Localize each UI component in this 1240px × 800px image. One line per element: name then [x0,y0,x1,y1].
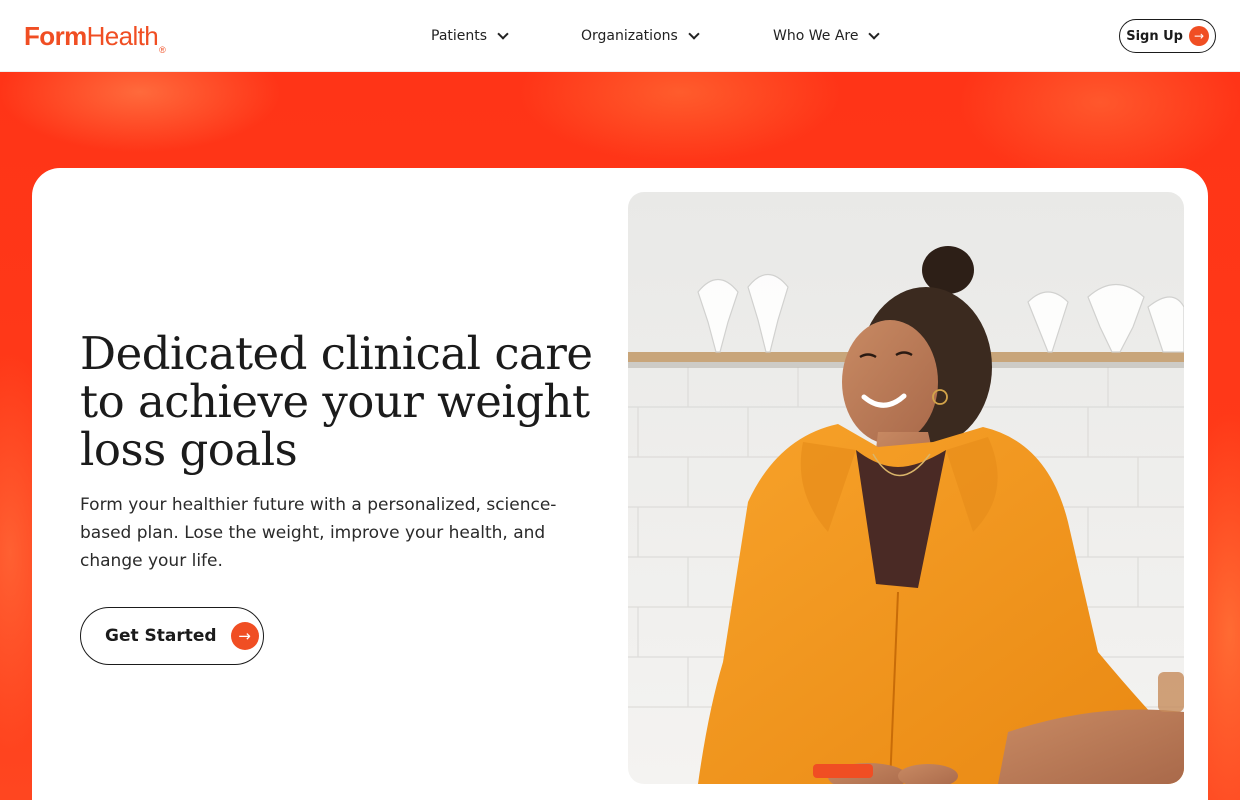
logo-health-text: Health [86,21,159,51]
get-started-button[interactable]: Get Started → [80,607,264,665]
nav-organizations-label: Organizations [581,28,678,44]
sign-up-label: Sign Up [1126,28,1183,44]
nav-patients[interactable]: Patients [431,24,509,48]
nav-who-we-are[interactable]: Who We Are [773,24,881,48]
hero-headline: Dedicated clinical care to achieve your … [80,327,593,476]
nav-patients-label: Patients [431,28,488,44]
site-header: FormHealth® Patients Organizations Who W… [0,0,1240,72]
hero-subtext: Form your healthier future with a person… [80,495,557,571]
nav-who-we-are-label: Who We Are [773,28,859,44]
logo-form-text: Form [24,21,87,51]
chevron-down-icon [688,28,700,40]
hero-photo [628,192,1184,784]
get-started-label: Get Started [105,626,217,646]
chevron-down-icon [497,28,509,40]
chevron-down-icon [868,28,881,40]
woman-in-orange-hoodie-image [628,192,1184,784]
arrow-right-icon: → [230,622,259,650]
arrow-right-icon: → [1189,26,1209,46]
formhealth-logo[interactable]: FormHealth® [24,20,166,55]
sign-up-button[interactable]: Sign Up → [1119,19,1216,53]
nav-organizations[interactable]: Organizations [581,24,700,48]
logo-reg-mark: ® [159,45,166,55]
